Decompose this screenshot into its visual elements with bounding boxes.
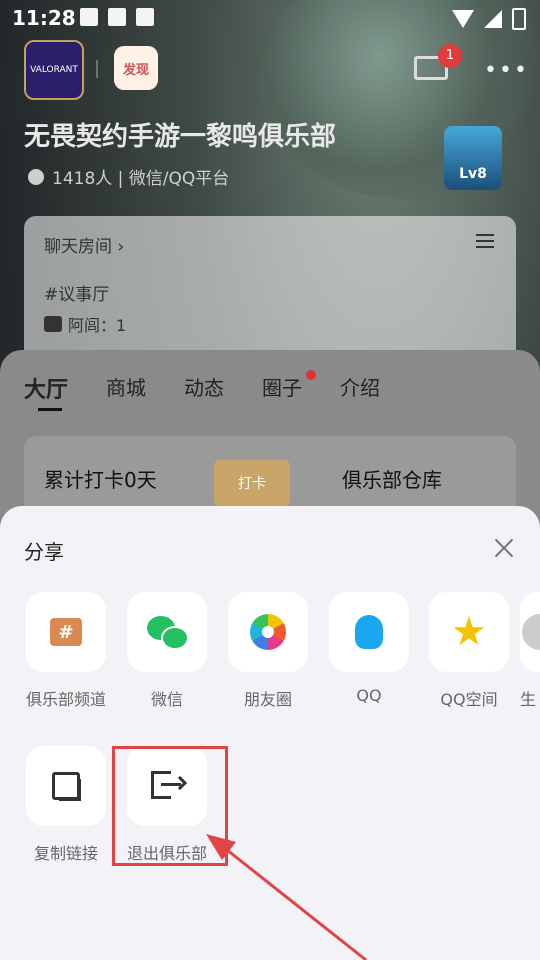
share-qq[interactable]: QQ	[327, 592, 411, 705]
members-icon	[28, 168, 44, 185]
status-time: 11:28	[12, 6, 76, 30]
partial-icon	[522, 614, 540, 650]
share-more-partial[interactable]: 生	[520, 592, 540, 710]
moments-icon	[250, 614, 286, 650]
tab-intro[interactable]: 介绍	[340, 372, 380, 404]
discover-button[interactable]: 发现	[114, 46, 158, 90]
qq-icon	[355, 615, 383, 649]
channel-icon	[44, 316, 62, 332]
gallery-icon	[80, 8, 98, 26]
share-qzone[interactable]: QQ空间	[427, 592, 511, 710]
more-icon[interactable]: •••	[484, 58, 529, 83]
wifi-icon	[452, 10, 474, 28]
circle-tab-badge	[306, 370, 316, 380]
copy-link-icon	[52, 772, 81, 801]
download-icon	[108, 8, 126, 26]
qzone-icon	[451, 609, 487, 655]
chevron-right-icon: ›	[117, 237, 125, 257]
share-club-channel[interactable]: # 俱乐部频道	[24, 592, 108, 710]
close-icon[interactable]	[492, 536, 516, 560]
copy-link-button[interactable]: 复制链接	[24, 746, 108, 864]
tab-mall[interactable]: 商城	[106, 372, 146, 404]
share-sheet-title: 分享	[24, 540, 64, 564]
club-logo[interactable]: VALORANT	[24, 40, 84, 100]
tab-circle[interactable]: 圈子	[262, 372, 302, 404]
club-warehouse[interactable]: 俱乐部仓库	[342, 464, 442, 493]
mail-badge: 1	[438, 44, 462, 68]
chat-room-title[interactable]: 聊天房间 ›	[44, 232, 124, 257]
battery-icon	[512, 8, 526, 30]
highlight-box	[112, 746, 228, 866]
status-bar: 11:28	[0, 0, 540, 36]
font-icon	[136, 8, 154, 26]
wechat-icon	[147, 616, 189, 650]
share-sheet: 分享 # 俱乐部频道 微信 朋友圈 QQ QQ空间 生 复制链接 退出俱乐部	[0, 506, 540, 960]
menu-icon[interactable]	[476, 234, 494, 248]
club-channel-icon: #	[50, 618, 82, 646]
chat-last-message: 阿闾：1	[44, 312, 126, 336]
main-tabs: 大厅 商城 动态 圈子 介绍	[24, 372, 380, 404]
signal-icon	[484, 10, 502, 28]
club-title: 无畏契约手游一黎鸣俱乐部	[24, 122, 337, 152]
chat-channel-name[interactable]: #议事厅	[44, 280, 109, 305]
active-tab-indicator	[38, 408, 62, 411]
club-meta-text: 1418人 | 微信/QQ平台	[52, 169, 230, 189]
tab-feed[interactable]: 动态	[184, 372, 224, 404]
checkin-days: 累计打卡0天	[44, 468, 157, 492]
header-divider	[96, 60, 98, 78]
share-moments[interactable]: 朋友圈	[226, 592, 310, 710]
checkin-button[interactable]: 打卡	[214, 460, 290, 506]
tab-hall[interactable]: 大厅	[24, 372, 68, 404]
club-meta: 1418人 | 微信/QQ平台	[28, 164, 229, 189]
level-badge[interactable]: Lv8	[444, 126, 502, 190]
share-wechat[interactable]: 微信	[125, 592, 209, 710]
